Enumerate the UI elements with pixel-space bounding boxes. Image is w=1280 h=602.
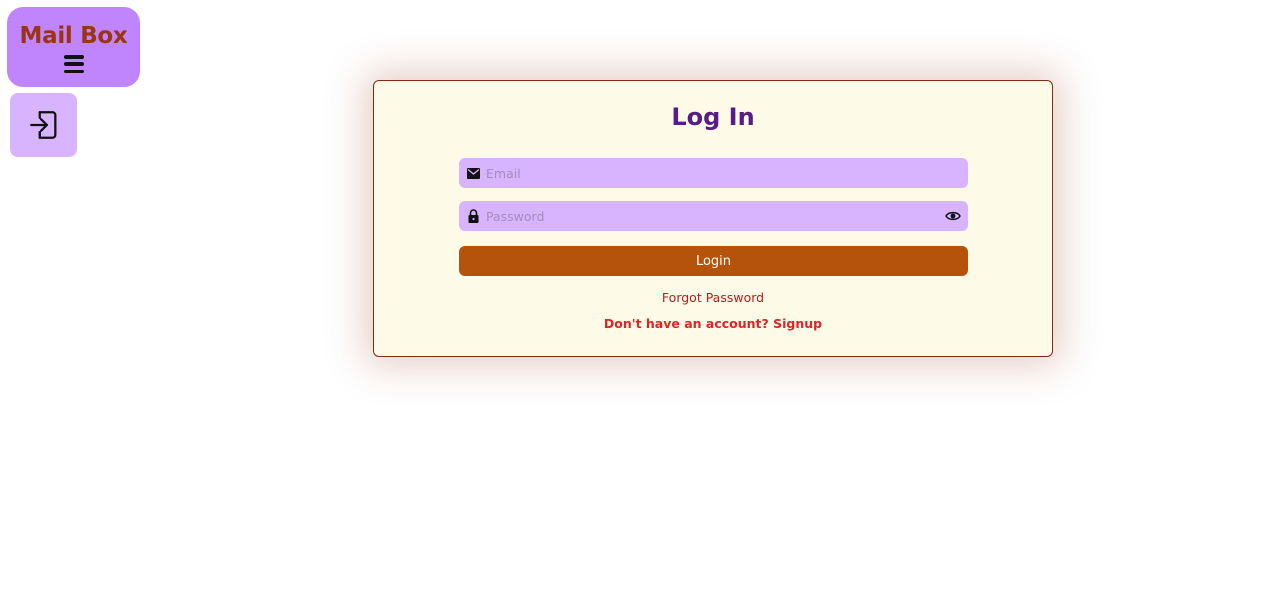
app-title: Mail Box <box>19 23 128 49</box>
brand-header: Mail Box <box>7 7 140 87</box>
email-field-wrapper <box>459 158 968 188</box>
envelope-icon <box>460 167 486 179</box>
hamburger-menu-icon[interactable] <box>63 55 84 73</box>
eye-icon[interactable] <box>938 210 968 222</box>
lock-icon <box>460 209 486 223</box>
login-button[interactable]: Login <box>459 246 968 276</box>
password-field-wrapper <box>459 201 968 231</box>
login-title: Log In <box>671 103 755 131</box>
login-nav-button[interactable] <box>10 93 77 157</box>
forgot-password-link[interactable]: Forgot Password <box>374 290 1052 305</box>
password-input[interactable] <box>486 201 938 231</box>
signup-link[interactable]: Don't have an account? Signup <box>374 316 1052 331</box>
login-card: Log In Login Forgot Password Don' <box>373 80 1053 357</box>
login-enter-icon <box>29 111 56 139</box>
email-input[interactable] <box>486 158 968 188</box>
